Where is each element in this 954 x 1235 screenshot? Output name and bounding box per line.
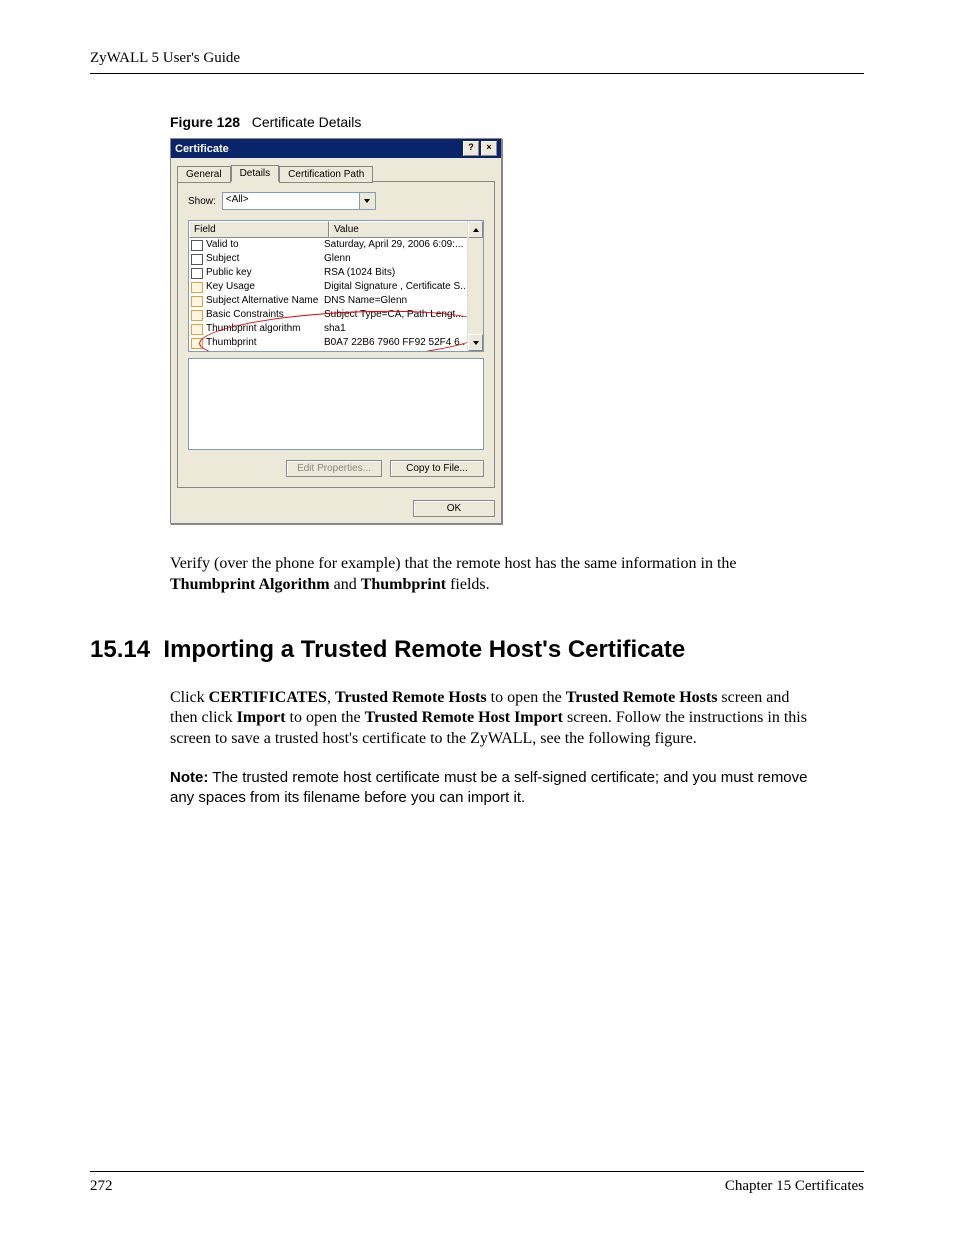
verify-paragraph: Verify (over the phone for example) that… [170, 554, 810, 596]
field-label: Thumbprint algorithm [206, 322, 324, 336]
field-value: Glenn [324, 252, 466, 266]
field-label: Thumbprint [206, 336, 324, 350]
list-item[interactable]: Public keyRSA (1024 Bits) [189, 266, 468, 280]
col-value[interactable]: Value [329, 221, 483, 238]
show-value: <All> [222, 192, 360, 210]
page-footer: 272 Chapter 15 Certificates [90, 1171, 864, 1195]
tab-general[interactable]: General [177, 166, 231, 183]
ok-button[interactable]: OK [413, 500, 495, 517]
guide-title: ZyWALL 5 User's Guide [90, 50, 240, 66]
field-value: B0A7 22B6 7960 FF92 52F4 6... [324, 336, 466, 350]
edit-properties-button: Edit Properties... [286, 460, 382, 477]
certificate-dialog: Certificate ? × General Details Certific… [170, 138, 502, 524]
field-label: Subject Alternative Name [206, 294, 324, 308]
field-value: Saturday, April 29, 2006 6:09:... [324, 238, 466, 252]
field-label: Public key [206, 266, 324, 280]
list-item[interactable]: Valid toSaturday, April 29, 2006 6:09:..… [189, 238, 468, 252]
section-heading: 15.14 Importing a Trusted Remote Host's … [90, 636, 864, 664]
copy-to-file-button[interactable]: Copy to File... [390, 460, 484, 477]
note-label: Note: [170, 769, 208, 786]
tab-certification-path[interactable]: Certification Path [279, 166, 373, 183]
list-item[interactable]: SubjectGlenn [189, 252, 468, 266]
field-icon [191, 267, 203, 279]
extension-icon [191, 323, 203, 335]
field-listview[interactable]: Field Value Valid toSaturday, April 29, … [188, 220, 484, 352]
detail-value-pane [188, 358, 484, 450]
figure-label: Figure 128 [170, 114, 240, 130]
field-label: Valid to [206, 238, 324, 252]
col-field[interactable]: Field [189, 221, 329, 238]
note-text: The trusted remote host certificate must… [170, 769, 808, 806]
note-paragraph: Note: The trusted remote host certificat… [170, 768, 810, 809]
figure-title: Certificate Details [252, 114, 362, 130]
field-label: Key Usage [206, 280, 324, 294]
field-value: sha1 [324, 322, 466, 336]
list-item[interactable]: ThumbprintB0A7 22B6 7960 FF92 52F4 6... [189, 336, 468, 350]
list-item[interactable]: Thumbprint algorithmsha1 [189, 322, 468, 336]
page-header: ZyWALL 5 User's Guide [90, 50, 864, 74]
field-label: Subject [206, 252, 324, 266]
extension-icon [191, 337, 203, 349]
field-value: Digital Signature , Certificate S... [324, 280, 466, 294]
extension-icon [191, 281, 203, 293]
extension-icon [191, 295, 203, 307]
section-number: 15.14 [90, 636, 150, 663]
tab-details[interactable]: Details [231, 165, 280, 182]
page-number: 272 [90, 1178, 113, 1195]
tab-body: Show: <All> Field Value Valid toSaturday… [177, 181, 495, 488]
list-item[interactable]: Key UsageDigital Signature , Certificate… [189, 280, 468, 294]
dialog-titlebar: Certificate ? × [171, 139, 501, 158]
field-icon [191, 239, 203, 251]
list-item[interactable]: Basic ConstraintsSubject Type=CA, Path L… [189, 308, 468, 322]
scroll-up-icon[interactable] [468, 221, 483, 238]
scroll-track[interactable] [468, 238, 483, 334]
figure-caption: Figure 128 Certificate Details [170, 114, 864, 130]
field-value: RSA (1024 Bits) [324, 266, 466, 280]
dialog-title: Certificate [175, 143, 229, 155]
field-value: DNS Name=Glenn [324, 294, 466, 308]
show-combobox[interactable]: <All> [222, 192, 376, 210]
help-icon[interactable]: ? [463, 141, 479, 156]
chapter-label: Chapter 15 Certificates [725, 1178, 864, 1195]
field-label: Basic Constraints [206, 308, 324, 322]
scroll-down-icon[interactable] [468, 334, 483, 351]
scrollbar[interactable] [467, 221, 483, 351]
section-title: Importing a Trusted Remote Host's Certif… [163, 636, 685, 663]
instruction-paragraph: Click CERTIFICATES, Trusted Remote Hosts… [170, 688, 810, 750]
field-icon [191, 253, 203, 265]
list-item[interactable]: Subject Alternative NameDNS Name=Glenn [189, 294, 468, 308]
extension-icon [191, 309, 203, 321]
field-value: Subject Type=CA, Path Lengt... [324, 308, 466, 322]
chevron-down-icon[interactable] [360, 192, 376, 210]
show-label: Show: [188, 196, 216, 207]
dialog-tabs: General Details Certification Path [171, 158, 501, 181]
close-icon[interactable]: × [481, 141, 497, 156]
